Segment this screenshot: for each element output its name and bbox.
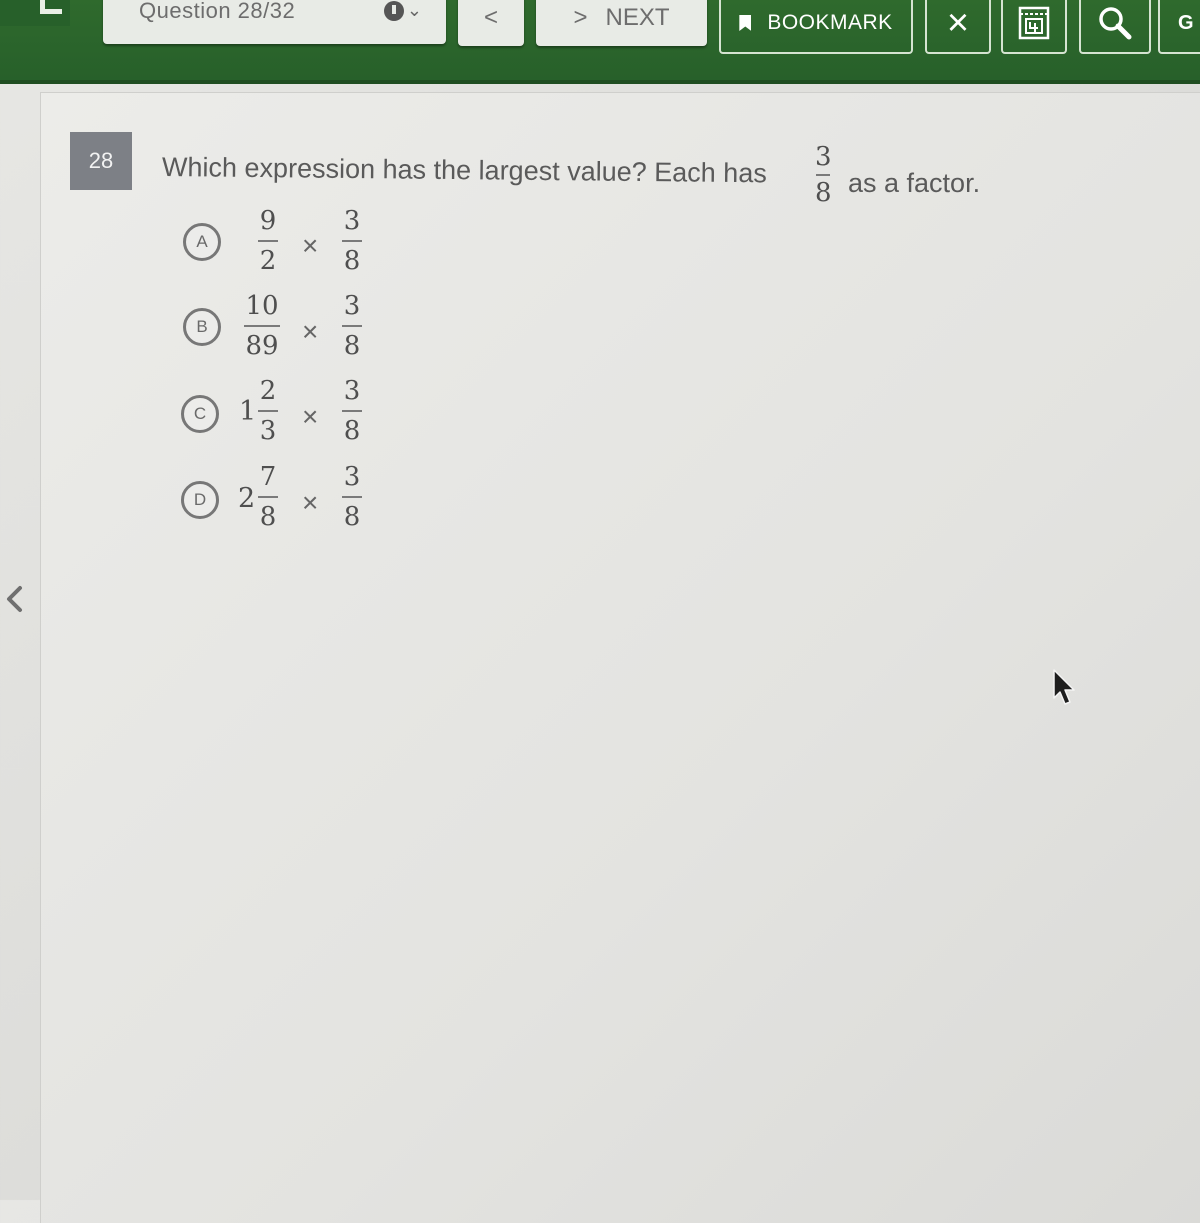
fraction-denominator: 8: [815, 178, 832, 208]
more-tools-label: G: [1178, 11, 1194, 34]
option-b-numerator: 10: [245, 291, 279, 321]
question-panel: [40, 92, 1200, 1223]
more-tools-button[interactable]: G: [1158, 0, 1200, 54]
option-b-factor-numerator: 3: [343, 291, 361, 321]
option-a-fraction[interactable]: 9 2: [258, 208, 278, 274]
bookmark-button[interactable]: BOOKMARK: [719, 0, 913, 54]
option-c-letter: C: [193, 404, 207, 423]
fraction-bar: [258, 496, 278, 498]
question-text-after-wrap: as a factor.: [848, 168, 980, 199]
mouse-pointer-icon: [1053, 669, 1075, 705]
option-d-letter: D: [193, 490, 207, 509]
option-d-factor-denominator: 8: [343, 502, 361, 532]
option-d-whole-number: 2: [238, 483, 256, 514]
option-c-radio[interactable]: C: [181, 395, 219, 433]
option-b-fraction[interactable]: 10 89: [244, 293, 280, 359]
option-a-factor-denominator: 8: [343, 246, 361, 276]
fraction-bar: [342, 410, 362, 412]
option-b-factor[interactable]: 3 8: [342, 293, 362, 359]
fraction-bar: [342, 496, 362, 498]
option-a-factor[interactable]: 3 8: [342, 208, 362, 274]
option-b-radio[interactable]: B: [183, 308, 221, 346]
option-a-radio[interactable]: A: [183, 223, 221, 261]
question-text-after: as a factor.: [848, 168, 981, 198]
question-number-badge: 28: [70, 132, 132, 190]
option-c-numerator: 2: [259, 376, 277, 406]
option-a-letter: A: [196, 232, 208, 251]
calculator-button[interactable]: [1001, 0, 1067, 54]
option-d-factor-numerator: 3: [343, 462, 361, 492]
option-a-numerator: 9: [259, 206, 277, 236]
chevron-left-icon: <: [483, 4, 498, 31]
fraction-numerator: 3: [815, 142, 832, 172]
option-d-radio[interactable]: D: [181, 481, 219, 519]
app-logo: [0, 0, 70, 26]
option-b-times: ×: [302, 316, 319, 347]
fraction-bar: [342, 240, 362, 242]
option-c-factor[interactable]: 3 8: [342, 378, 362, 444]
option-b-letter: B: [196, 317, 208, 336]
close-button[interactable]: ×: [925, 0, 991, 54]
magnifier-icon: [1099, 7, 1132, 40]
option-a-denominator: 2: [259, 246, 277, 276]
option-b-factor-denominator: 8: [343, 331, 361, 361]
fraction-bar: [258, 240, 278, 242]
question-counter-label: Question 28/32: [139, 0, 296, 23]
option-d-denominator: 8: [259, 502, 277, 532]
question-text-before: Which expression has the largest value? …: [161, 152, 767, 189]
option-c-times: ×: [302, 401, 319, 432]
option-c-denominator: 3: [259, 416, 277, 446]
close-icon: ×: [946, 1, 970, 44]
question-factor-fraction: 3 8: [815, 144, 832, 206]
search-button[interactable]: [1079, 0, 1151, 54]
chevron-right-icon: >: [573, 4, 588, 31]
option-d-factor[interactable]: 3 8: [342, 464, 362, 530]
option-c-fraction[interactable]: 2 3: [258, 378, 278, 444]
option-c-factor-numerator: 3: [343, 376, 361, 406]
alert-icon: [383, 0, 404, 21]
flag-dropdown[interactable]: ⌄: [383, 0, 422, 21]
option-d-times: ×: [302, 487, 319, 518]
option-c-whole-number: 1: [239, 396, 257, 427]
option-d-numerator: 7: [259, 462, 277, 492]
option-c-factor-denominator: 8: [343, 416, 361, 446]
calculator-icon: [1018, 6, 1050, 40]
bookmark-icon: [739, 15, 752, 31]
chevron-left-icon[interactable]: [4, 584, 24, 614]
fraction-bar: [244, 325, 280, 327]
option-d-fraction[interactable]: 7 8: [258, 464, 278, 530]
question-text: Which expression has the largest value? …: [162, 152, 767, 189]
fraction-bar: [816, 174, 831, 176]
top-toolbar: Question 28/32 ⌄ < > NEXT BOOKMARK × G: [0, 0, 1200, 84]
question-counter-dropdown[interactable]: Question 28/32 ⌄: [103, 0, 446, 44]
next-label: NEXT: [605, 4, 670, 31]
option-a-times: ×: [302, 230, 319, 261]
fraction-bar: [342, 325, 362, 327]
chevron-down-icon: ⌄: [406, 0, 422, 20]
option-b-denominator: 89: [245, 331, 279, 361]
bookmark-label: BOOKMARK: [767, 11, 893, 34]
next-button[interactable]: > NEXT: [536, 0, 707, 46]
previous-button[interactable]: <: [458, 0, 524, 46]
fraction-bar: [258, 410, 278, 412]
option-a-factor-numerator: 3: [343, 206, 361, 236]
logo-icon: [40, 0, 62, 14]
